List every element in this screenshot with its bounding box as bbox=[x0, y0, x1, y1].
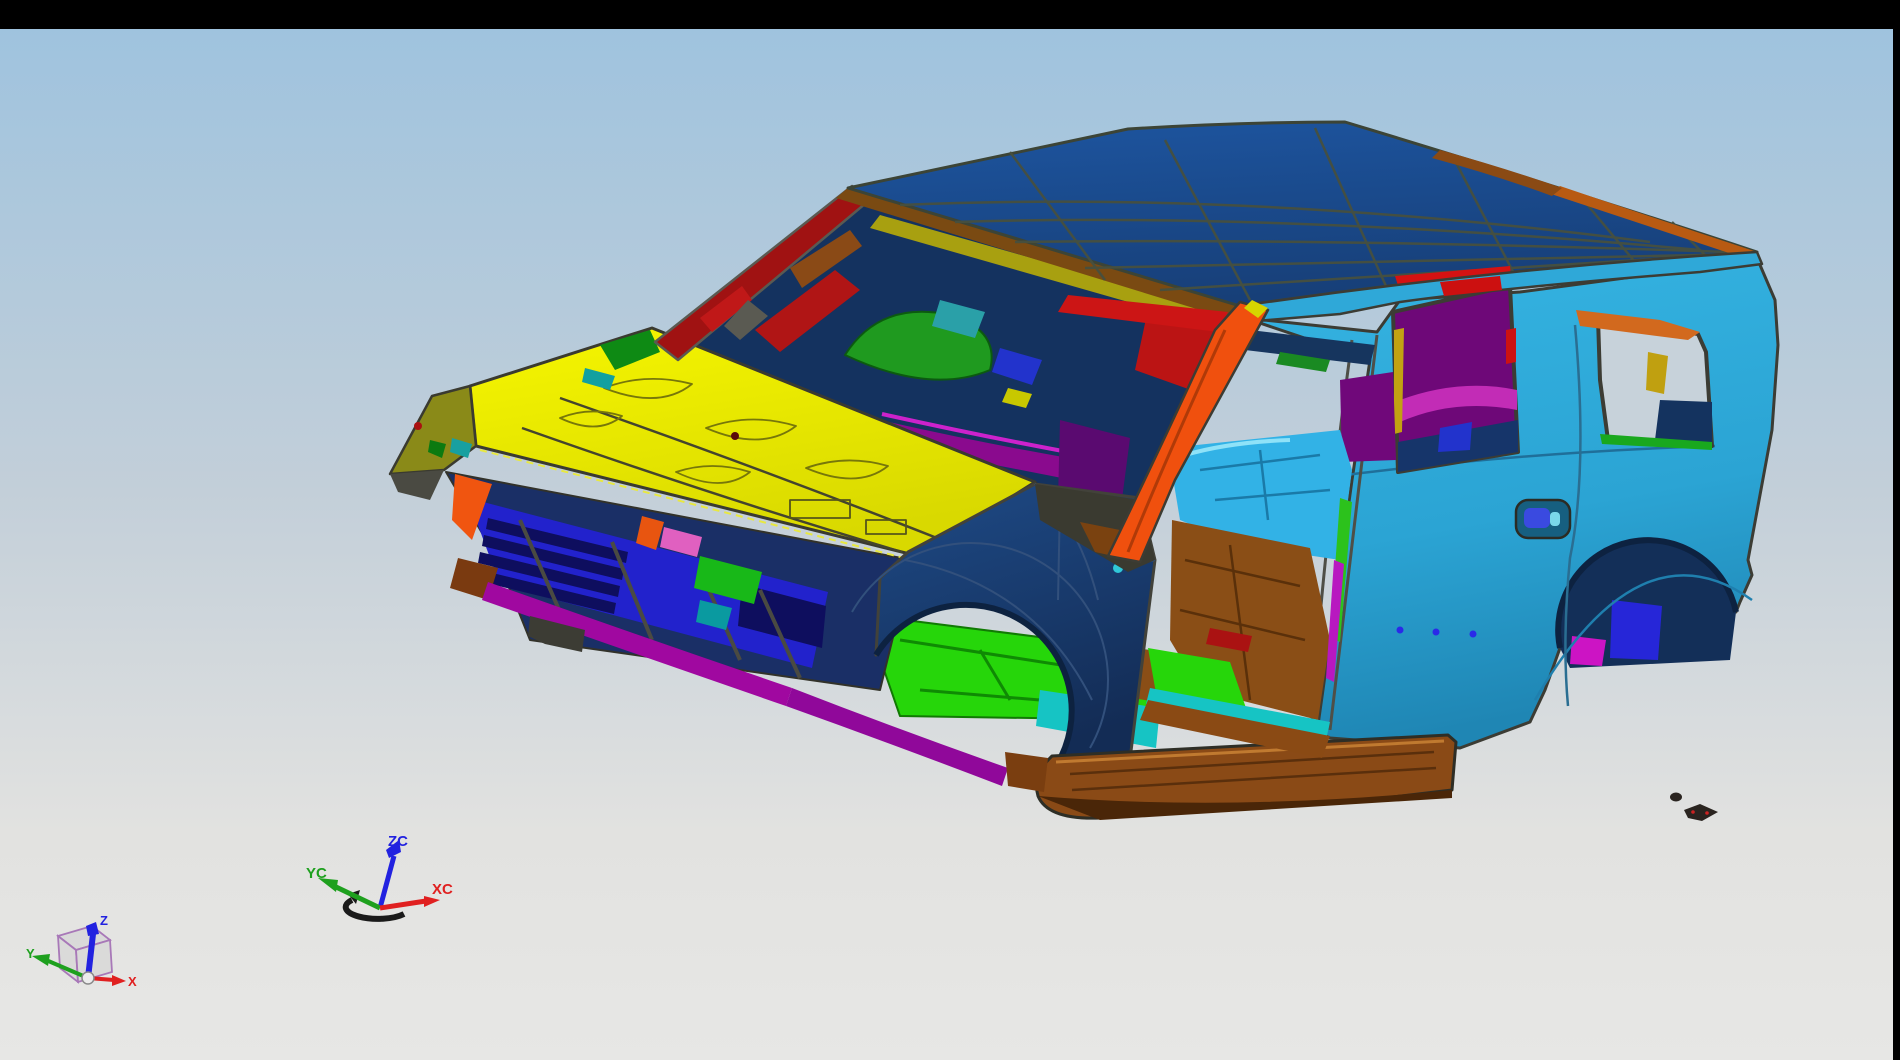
wcs-x-label: XC bbox=[432, 881, 453, 898]
cad-application-window: ZC YC XC Z Y X bbox=[0, 0, 1900, 1060]
rear-door-window-opening bbox=[1393, 286, 1518, 472]
view-y-label: Y bbox=[26, 946, 35, 961]
view-z-label: Z bbox=[100, 913, 108, 928]
view-x-label: X bbox=[128, 974, 137, 989]
door-handle-pocket bbox=[1516, 500, 1570, 538]
wcs-z-label: ZC bbox=[388, 833, 408, 850]
top-bar bbox=[0, 0, 1900, 29]
viewport-3d[interactable]: ZC YC XC Z Y X bbox=[0, 0, 1900, 1060]
right-bar bbox=[1893, 0, 1900, 1060]
wcs-y-label: YC bbox=[306, 865, 327, 882]
